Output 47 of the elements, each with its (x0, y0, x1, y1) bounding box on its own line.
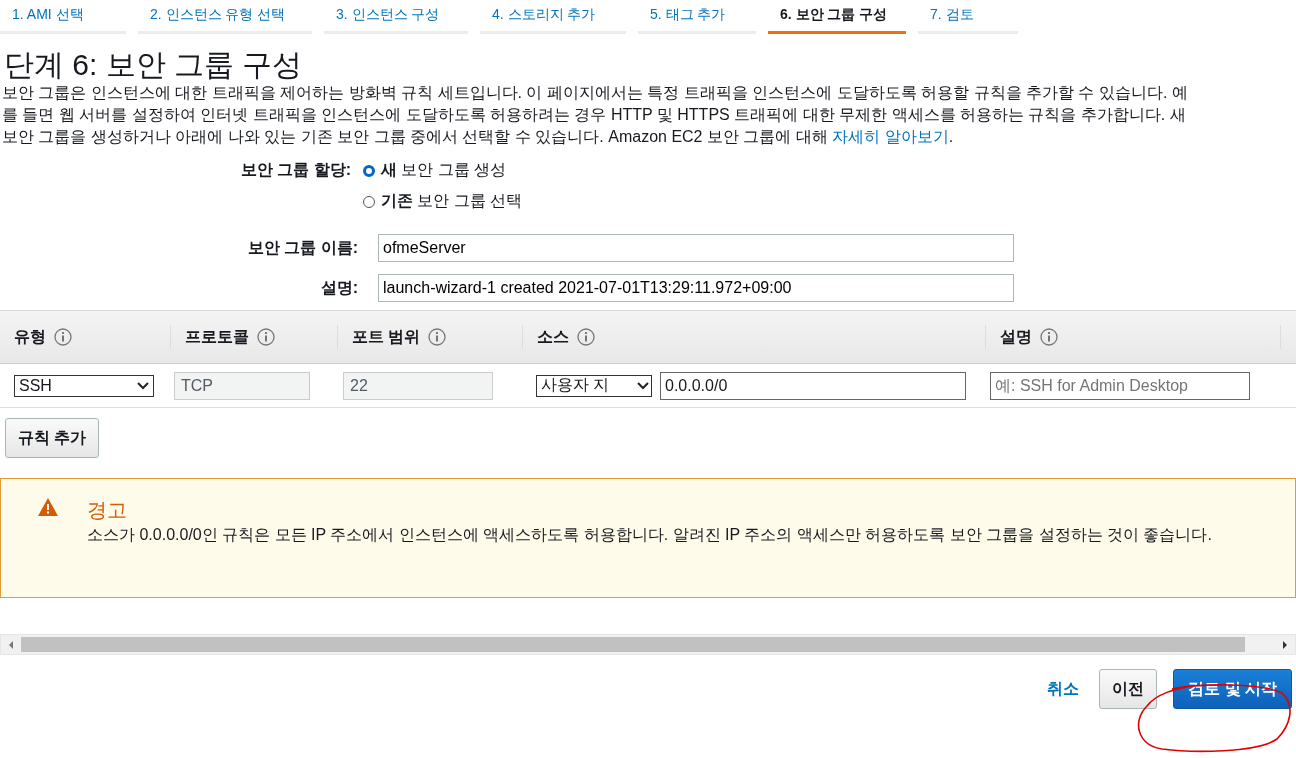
horizontal-scrollbar[interactable] (0, 634, 1296, 655)
input-field[interactable]: ofmeServer (378, 234, 1014, 262)
source-field[interactable]: 0.0.0.0/0 (660, 371, 966, 400)
column-header: 프로토콜 (185, 326, 249, 347)
radio-button[interactable] (363, 195, 375, 208)
caret-icon (637, 381, 649, 390)
warning-text: 소스가 0.0.0.0/0인 규칙은 모든 IP 주소에서 인스턴스에 액세스하도록 허용합니다. 알려진 IP 주소의 액세스만 허용하도록 보안 그룹을 설정하는 것이 좋습니다. (87, 525, 1213, 545)
protocol-field: TCP (174, 371, 310, 400)
scrollbar-thumb[interactable] (21, 637, 1245, 652)
previous-button[interactable]: 이전 (1099, 669, 1158, 709)
field-label: 보안 그룹 이름: (246, 237, 359, 258)
info-icon (577, 328, 595, 346)
wizard-step-tab[interactable]: 1. AMI 선택 (0, 0, 126, 34)
column-header: 소스 (537, 326, 569, 347)
radio-label: 새 보안 그룹 생성 (381, 160, 507, 180)
column-header: 포트 범위 (352, 326, 421, 347)
field-label: 보안 그룹 할당: (239, 160, 352, 180)
info-icon (428, 328, 447, 346)
wizard-step-tab[interactable]: 3. 인스턴스 구성 (324, 0, 468, 34)
radio-label: 기존 보안 그룹 선택 (381, 191, 523, 211)
info-icon (1040, 328, 1058, 346)
wizard-step-tab[interactable]: 6. 보안 그룹 구성 (768, 0, 906, 34)
info-icon (257, 328, 275, 346)
port-range-field: 22 (343, 371, 493, 400)
wizard-step-tab[interactable]: 5. 태그 추가 (638, 0, 756, 34)
cancel-link[interactable]: 취소 (1043, 678, 1084, 700)
learn-more-link[interactable]: 자세히 알아보기 (832, 128, 949, 145)
wizard-step-tab[interactable]: 4. 스토리지 추가 (480, 0, 626, 34)
type-dropdown[interactable]: SSH (14, 374, 154, 397)
description-text: 보안 그룹은 인스턴스에 대한 트래픽을 제어하는 방화벽 규칙 세트입니다. 이 페이지에서는 특정 트래픽을 인스턴스에 도달하도록 허용할 규칙을 추가할 수 있습니다. 예 를 들면 웹 서버를 설정하여 인터넷 트래픽을 인스턴스에 도달하도록 허용하려는 경우 HTTP 및 HTTPS 트래픽에 대한 무제한 액세스를 허용하는 규칙을 추가합니다. 새 보안 그룹을 생성하거나 아래에 나와 있는 기존 보안 그룹 중에서 선택할 수 있습니다. Amazon EC2 보안 그룹에 대해 자세히 알아보기. (2, 83, 1189, 147)
add-rule-button[interactable]: 규칙 추가 (5, 418, 100, 458)
warning-title: 경고 (87, 498, 128, 523)
field-label: 설명: (319, 277, 359, 298)
description-field[interactable]: 예: SSH for Admin Desktop (990, 371, 1250, 400)
input-field[interactable]: launch-wizard-1 created 2021-07-01T13:29:11.972+09:00 (378, 274, 1014, 302)
scroll-left-icon (7, 639, 15, 650)
column-header: 설명 (1000, 326, 1032, 347)
caret-icon (137, 381, 149, 390)
wizard-step-tab[interactable]: 7. 검토 (918, 0, 1018, 34)
wizard-step-tab[interactable]: 2. 인스턴스 유형 선택 (138, 0, 312, 34)
warning-icon (37, 497, 59, 517)
radio-button[interactable] (363, 164, 375, 177)
page-title: 단계 6: 보안 그룹 구성 (4, 48, 304, 82)
info-icon (54, 328, 72, 346)
column-header: 유형 (14, 326, 46, 347)
scroll-right-icon (1281, 639, 1289, 650)
source-dropdown[interactable]: 사용자 지 (536, 374, 652, 397)
